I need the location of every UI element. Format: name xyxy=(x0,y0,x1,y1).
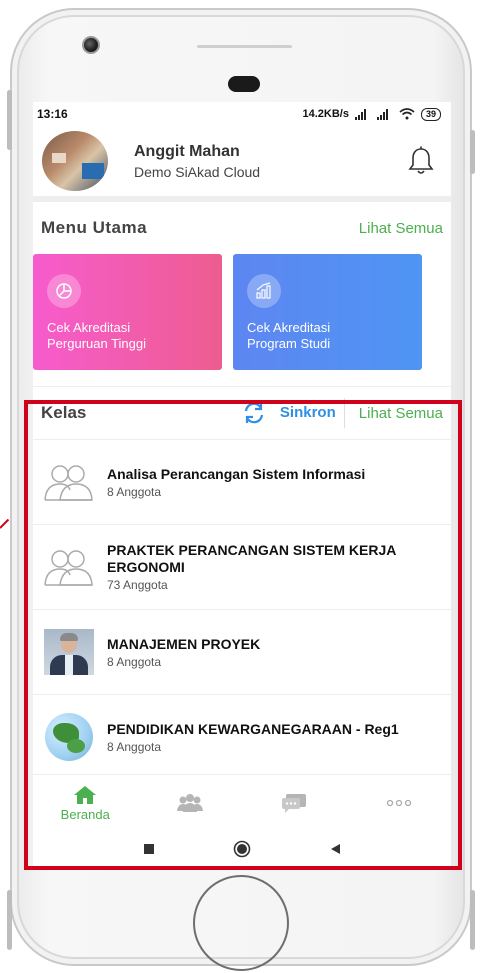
profile-info: Anggit Mahan Demo SiAkad Cloud xyxy=(134,143,260,180)
pie-chart-icon xyxy=(47,274,81,308)
physical-home-button[interactable] xyxy=(193,875,289,971)
section-divider xyxy=(33,372,451,386)
card-label: Cek Akreditasi Perguruan Tinggi xyxy=(47,320,146,352)
notification-bell-icon[interactable] xyxy=(407,146,435,176)
side-button-bottom-right xyxy=(470,890,475,950)
card-label-line1: Cek Akreditasi xyxy=(247,320,331,335)
volume-button xyxy=(7,90,12,150)
wifi-icon xyxy=(399,108,415,120)
card-label-line2: Perguruan Tinggi xyxy=(47,336,147,351)
side-button-bottom xyxy=(7,890,12,950)
cek-akreditasi-pt-card[interactable]: Cek Akreditasi Perguruan Tinggi xyxy=(33,254,222,370)
earpiece-speaker xyxy=(197,45,292,48)
profile-name: Anggit Mahan xyxy=(134,142,240,160)
card-label-line2: Program Studi xyxy=(247,336,331,351)
status-indicators: 14.2KB/s 39 xyxy=(302,107,441,121)
card-label: Cek Akreditasi Program Studi xyxy=(247,320,330,352)
profile-subtitle: Demo SiAkad Cloud xyxy=(134,163,261,180)
proximity-sensor xyxy=(228,76,260,92)
menu-title: Menu Utama xyxy=(41,218,148,237)
cek-akreditasi-prodi-card[interactable]: Cek Akreditasi Program Studi xyxy=(233,254,422,370)
front-camera xyxy=(82,36,100,54)
signal-icon xyxy=(354,108,366,120)
status-time: 13:16 xyxy=(37,107,68,121)
bar-chart-icon xyxy=(247,274,281,308)
profile-header[interactable]: Anggit Mahan Demo SiAkad Cloud xyxy=(33,126,451,202)
menu-see-all-link[interactable]: Lihat Semua xyxy=(359,220,443,237)
menu-utama-header: Menu Utama Lihat Semua xyxy=(33,202,451,254)
status-bar: 13:16 14.2KB/s 39 xyxy=(33,102,451,126)
power-button xyxy=(470,130,475,174)
annotation-arrow xyxy=(0,518,10,529)
avatar[interactable] xyxy=(42,131,108,191)
card-label-line1: Cek Akreditasi xyxy=(47,320,131,335)
network-speed: 14.2KB/s xyxy=(302,108,349,120)
signal-icon-2 xyxy=(376,108,388,120)
highlight-box xyxy=(24,400,462,870)
battery-indicator: 39 xyxy=(420,107,441,121)
menu-cards: Cek Akreditasi Perguruan Tinggi Cek Akre… xyxy=(33,254,451,372)
